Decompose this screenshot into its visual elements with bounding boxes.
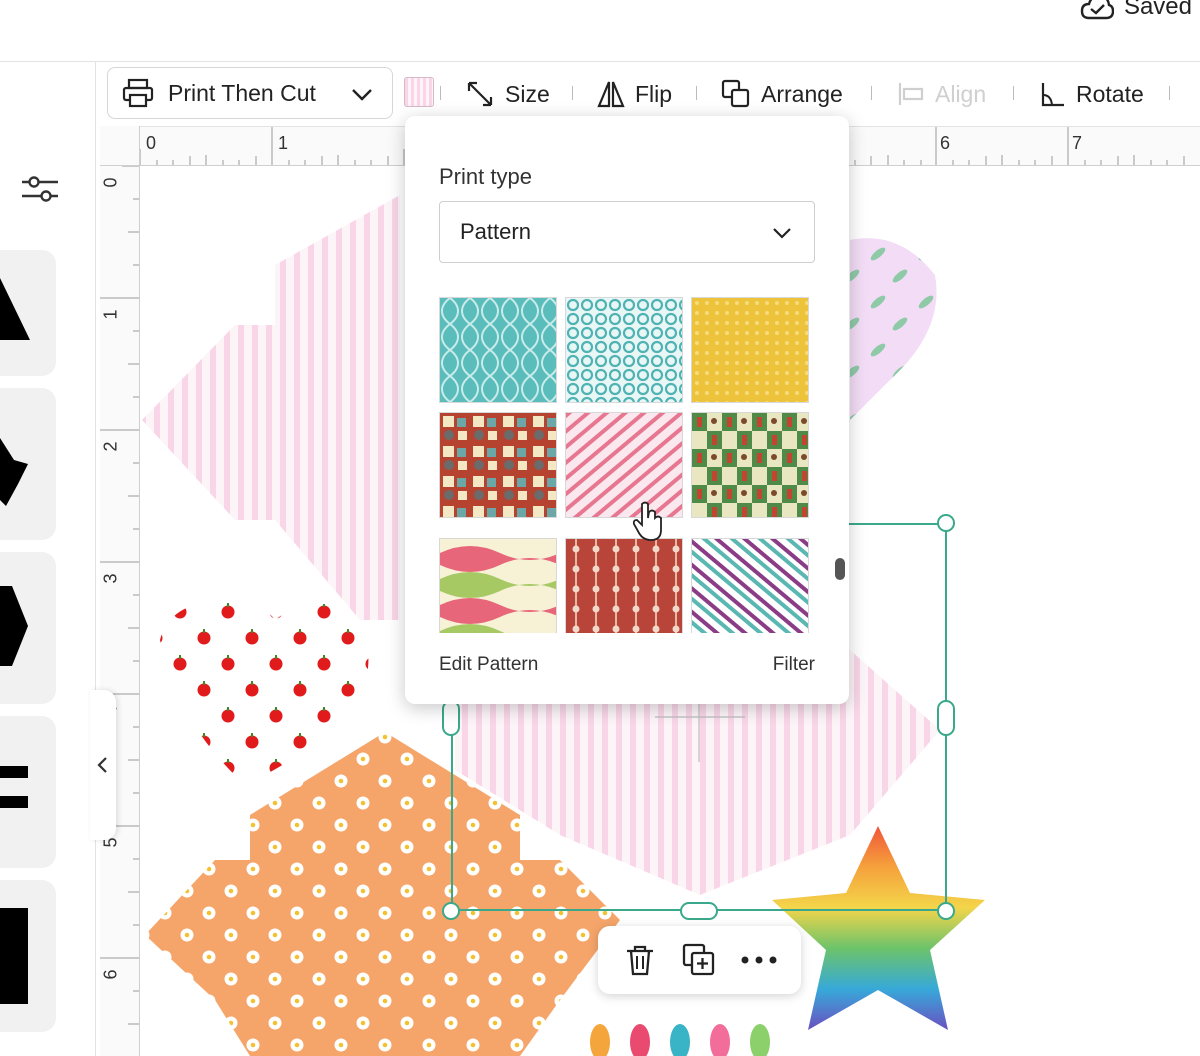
pattern-scrollbar[interactable]: [835, 558, 845, 580]
v-ruler-label: 1: [100, 309, 121, 320]
cloud-check-icon: [1080, 0, 1114, 20]
left-panel: [0, 62, 96, 1056]
resize-handle-bottom-right[interactable]: [937, 902, 955, 920]
shape-tile-rectangle[interactable]: [0, 880, 56, 1032]
top-bar: Saved: [0, 0, 1200, 62]
separator: [696, 86, 697, 100]
align-icon: [898, 83, 924, 105]
flip-icon: [597, 81, 625, 108]
trash-icon: [626, 945, 653, 976]
sliders-icon[interactable]: [22, 174, 58, 204]
separator: [1013, 86, 1014, 100]
operation-label: Print Then Cut: [168, 79, 316, 106]
duplicate-icon: [683, 943, 715, 976]
separator: [572, 86, 573, 100]
vertical-ruler: 0 1 2 3 4 5 6: [100, 126, 140, 1056]
lines-shape-icon: [0, 766, 28, 808]
v-ruler-label: 2: [100, 441, 121, 452]
chevron-left-icon: [97, 757, 107, 773]
align-label: Align: [935, 80, 987, 107]
collapse-panel-button[interactable]: [90, 690, 116, 840]
hexagon-shape-icon: [0, 586, 28, 666]
h-ruler-label: 7: [1072, 133, 1083, 153]
printer-icon: [122, 78, 154, 108]
pattern-tile-nutcracker[interactable]: [691, 412, 809, 518]
shape-tile-lines[interactable]: [0, 716, 56, 868]
h-ruler-label: 6: [940, 133, 951, 153]
arrange-button[interactable]: Arrange: [721, 74, 843, 114]
filter-link[interactable]: Filter: [773, 654, 815, 676]
shape-tile-star[interactable]: [0, 388, 56, 540]
resize-handle-bottom[interactable]: [680, 902, 718, 920]
ruler-corner: [100, 126, 140, 166]
resize-handle-right[interactable]: [937, 700, 955, 736]
align-button[interactable]: Align: [897, 74, 986, 114]
print-type-value: Pattern: [460, 219, 531, 244]
resize-handle-left[interactable]: [442, 700, 460, 736]
v-ruler-label: 0: [100, 177, 121, 188]
rotate-button[interactable]: Rotate: [1040, 74, 1144, 114]
delete-button[interactable]: [617, 937, 663, 983]
pattern-tile-teal-mesh[interactable]: [565, 297, 683, 403]
resize-handle-bottom-left[interactable]: [442, 902, 460, 920]
arrange-icon: [721, 79, 750, 108]
shape-tile-triangle[interactable]: [0, 250, 56, 376]
edit-pattern-link[interactable]: Edit Pattern: [439, 654, 538, 676]
h-ruler-label: 1: [278, 133, 289, 153]
pattern-tile-teal-lattice[interactable]: [439, 297, 557, 403]
flip-button[interactable]: Flip: [597, 74, 672, 114]
size-button[interactable]: Size: [465, 74, 550, 114]
pattern-tile-red-floral-stripe[interactable]: [565, 538, 683, 633]
duplicate-button[interactable]: [676, 937, 722, 983]
star-shape-icon: [0, 438, 28, 506]
pattern-tile-retro-squares[interactable]: [439, 412, 557, 518]
resize-handle-top-right[interactable]: [937, 514, 955, 532]
rectangle-shape-icon: [0, 908, 28, 1004]
separator: [1169, 86, 1170, 100]
triangle-shape-icon: [0, 278, 30, 340]
operation-dropdown[interactable]: Print Then Cut: [107, 67, 393, 119]
separator: [871, 86, 872, 100]
print-type-select[interactable]: Pattern: [439, 201, 815, 263]
more-button[interactable]: [736, 937, 782, 983]
v-ruler-label: 6: [100, 969, 121, 980]
chevron-down-icon: [773, 228, 791, 239]
pattern-tile-yellow-dots[interactable]: [691, 297, 809, 403]
flip-label: Flip: [635, 80, 673, 107]
shape-tile-hexagon[interactable]: [0, 552, 56, 704]
chevron-down-icon: [352, 89, 372, 101]
pattern-tile-teal-purple-diagonal[interactable]: [691, 538, 809, 633]
resize-icon: [467, 81, 493, 107]
more-icon: [741, 956, 777, 964]
color-swatch[interactable]: [404, 77, 434, 107]
rotate-angle-icon: [1041, 83, 1064, 107]
saved-label: Saved: [1123, 0, 1192, 20]
v-ruler-label: 3: [100, 573, 121, 584]
pattern-tile-green-pink-waves[interactable]: [439, 538, 557, 633]
saved-status: Saved: [1080, 0, 1192, 22]
separator: [440, 86, 441, 100]
hand-cursor-icon: [632, 501, 662, 541]
selection-actions: [598, 926, 801, 994]
ruler-ticks: [100, 165, 139, 1025]
h-ruler-label: 0: [146, 133, 157, 153]
arrange-label: Arrange: [761, 80, 843, 107]
print-type-label: Print type: [439, 164, 532, 189]
print-type-popover: Print type Pattern Edit Pattern Filter: [405, 116, 849, 704]
size-label: Size: [505, 80, 550, 107]
pattern-grid: [439, 297, 811, 633]
rotate-label: Rotate: [1076, 80, 1144, 107]
